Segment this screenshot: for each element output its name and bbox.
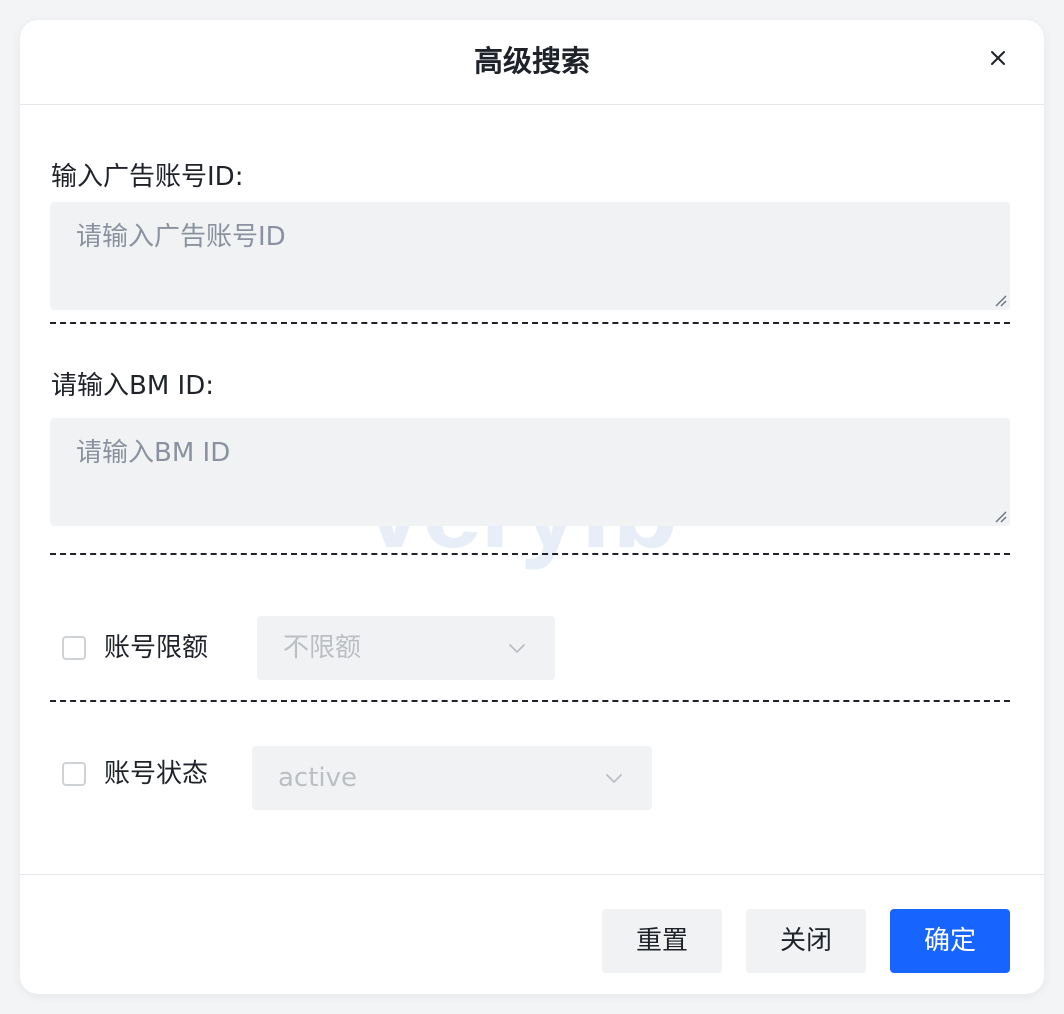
confirm-button[interactable]: 确定: [890, 909, 1010, 973]
resize-grip-icon[interactable]: [992, 292, 1008, 308]
dialog-title: 高级搜索: [473, 44, 590, 78]
status-select-value: active: [278, 763, 358, 793]
close-dialog-button[interactable]: 关闭: [746, 909, 866, 973]
bm-id-label: 请输入BM ID:: [51, 371, 214, 401]
dialog-header: 高级搜索: [20, 20, 1044, 105]
ad-account-input[interactable]: [50, 202, 1010, 310]
limit-select[interactable]: 不限额: [257, 616, 555, 680]
limit-label: 账号限额: [104, 633, 209, 663]
chevron-down-icon: [606, 774, 622, 783]
dialog-footer: 重置 关闭 确定: [20, 874, 1044, 994]
limit-select-value: 不限额: [283, 633, 362, 663]
status-select[interactable]: active: [252, 746, 652, 810]
bm-id-input[interactable]: [50, 418, 1010, 526]
status-checkbox[interactable]: [62, 762, 86, 786]
reset-button[interactable]: 重置: [602, 909, 722, 973]
limit-checkbox[interactable]: [62, 636, 86, 660]
status-label: 账号状态: [104, 759, 209, 789]
section-divider: [50, 553, 1010, 555]
resize-grip-icon[interactable]: [992, 508, 1008, 524]
section-divider: [50, 700, 1010, 702]
chevron-down-icon: [509, 644, 525, 653]
close-button[interactable]: [982, 42, 1014, 74]
ad-account-label: 输入广告账号ID:: [51, 162, 244, 192]
advanced-search-dialog: 高级搜索 Veryfb 输入广告账号ID: 请输入BM ID: 账号限额 不限额…: [20, 20, 1044, 994]
section-divider: [50, 322, 1010, 324]
close-icon: [991, 51, 1005, 65]
